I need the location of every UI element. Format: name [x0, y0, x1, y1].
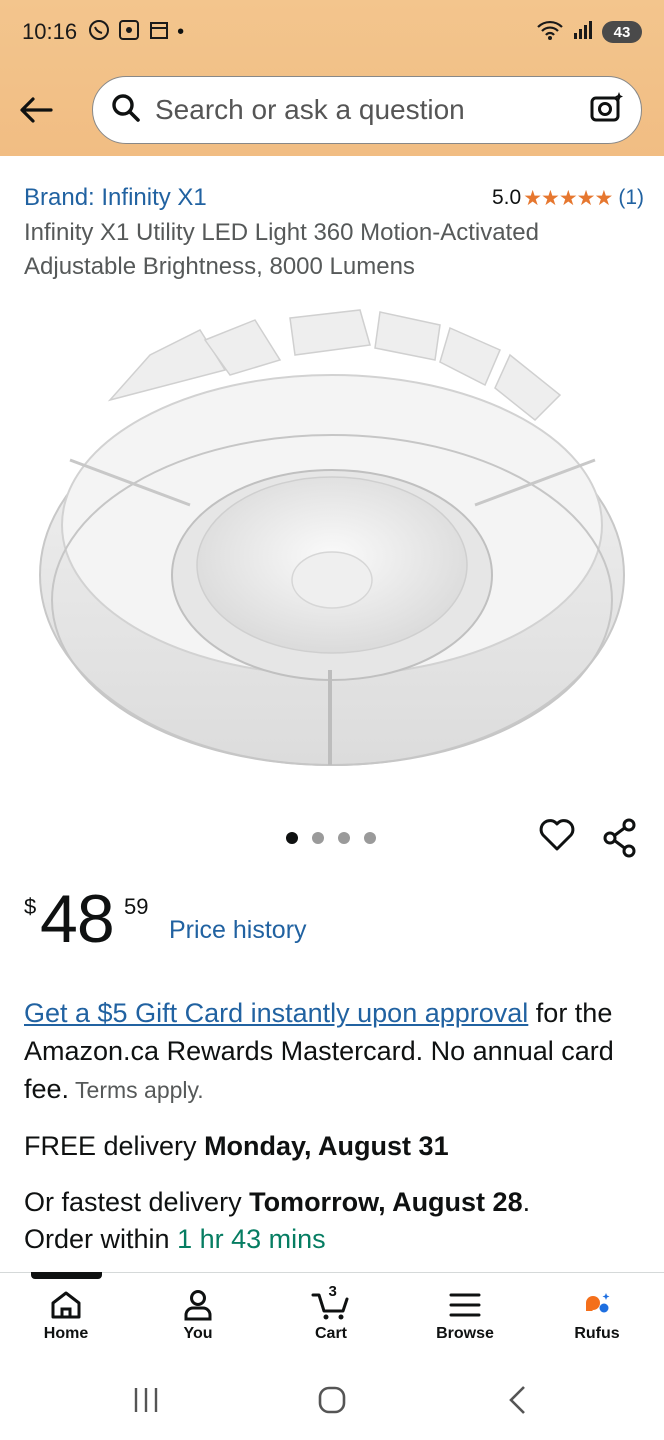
free-delivery-info: FREE delivery Monday, August 31: [24, 1128, 644, 1164]
rating-value: 5.0: [491, 186, 522, 209]
share-icon[interactable]: [602, 818, 638, 863]
brand-link[interactable]: Brand: Infinity X1: [24, 184, 207, 212]
order-countdown: 1 hr 43 mins: [177, 1224, 326, 1254]
product-image[interactable]: [30, 300, 634, 780]
system-navigation-bar: [0, 1360, 664, 1440]
delivery-prefix: FREE delivery: [24, 1131, 205, 1161]
nav-cart[interactable]: 3 Cart: [281, 1283, 381, 1343]
home-icon: [51, 1291, 81, 1319]
back-button[interactable]: [16, 90, 56, 130]
carousel-dot[interactable]: [312, 832, 324, 844]
rating-stars-icon: ★★★★★: [523, 186, 613, 210]
status-time: 10:16: [22, 19, 78, 44]
home-circle-icon: [318, 1386, 346, 1414]
back-arrow-icon: [20, 97, 53, 123]
notification-dot-icon: •: [177, 20, 185, 43]
image-carousel-dots[interactable]: [286, 832, 376, 844]
signal-icon: [572, 19, 594, 46]
whatsapp-icon: [87, 18, 111, 47]
delivery-date: Monday, August 31: [204, 1131, 449, 1161]
promo-terms: Terms apply.: [69, 1077, 204, 1103]
recent-apps-icon: [134, 1388, 158, 1412]
menu-icon: [449, 1293, 481, 1317]
nav-rufus[interactable]: Rufus: [547, 1289, 647, 1343]
back-chevron-icon: [509, 1386, 525, 1414]
gift-card-offer-link[interactable]: Get a $5 Gift Card instantly upon approv…: [24, 998, 528, 1028]
credit-card-promo: Get a $5 Gift Card instantly upon approv…: [24, 994, 644, 1109]
price-whole: 48: [40, 881, 115, 957]
nav-cart-label: Cart: [314, 1325, 347, 1342]
calendar-icon: [147, 18, 171, 47]
price-history-link[interactable]: Price history: [169, 916, 307, 945]
brand-rating-row: Brand: Infinity X1 5.0 ★★★★★ (1): [24, 184, 644, 212]
nav-you-label: You: [183, 1325, 213, 1342]
fastest-delivery-info: Or fastest delivery Tomorrow, August 28.…: [24, 1184, 644, 1258]
carousel-dot[interactable]: [364, 832, 376, 844]
price-currency-symbol: $: [24, 894, 37, 919]
nav-browse[interactable]: Browse: [415, 1289, 515, 1343]
product-title: Infinity X1 Utility LED Light 360 Motion…: [24, 219, 539, 280]
active-tab-indicator: [31, 1272, 102, 1279]
wishlist-heart-icon[interactable]: [538, 816, 576, 857]
recent-apps-button[interactable]: [132, 1384, 160, 1421]
search-input[interactable]: [155, 94, 589, 126]
nav-browse-label: Browse: [436, 1325, 494, 1342]
bottom-navigation: Home You 3 Cart Browse Rufus: [0, 1272, 664, 1360]
person-icon: [184, 1290, 212, 1321]
rufus-icon: [586, 1293, 610, 1313]
fastest-suffix: .: [522, 1187, 531, 1217]
back-system-button[interactable]: [504, 1384, 532, 1421]
battery-icon: 43: [602, 21, 642, 43]
price-fraction: 59: [124, 894, 149, 919]
nav-home-label: Home: [43, 1325, 89, 1342]
rating-summary[interactable]: 5.0 ★★★★★ (1): [492, 186, 644, 211]
carousel-dot[interactable]: [286, 832, 298, 844]
camera-search-icon[interactable]: [589, 90, 625, 131]
search-icon: [111, 93, 141, 128]
screenshot-icon: [117, 18, 141, 47]
rating-count[interactable]: (1): [618, 186, 644, 210]
order-within-prefix: Order within: [24, 1224, 178, 1254]
carousel-dot[interactable]: [338, 832, 350, 844]
cart-count-badge: 3: [328, 1283, 337, 1300]
nav-rufus-label: Rufus: [574, 1325, 620, 1342]
home-system-button[interactable]: [316, 1384, 348, 1421]
app-header: 10:16 • 43: [0, 0, 664, 156]
nav-home[interactable]: Home: [16, 1289, 116, 1343]
wifi-icon: [536, 18, 564, 47]
fastest-date: Tomorrow, August 28: [249, 1187, 523, 1217]
fastest-prefix: Or fastest delivery: [24, 1187, 250, 1217]
search-bar[interactable]: [92, 76, 642, 144]
nav-you[interactable]: You: [148, 1289, 248, 1343]
status-bar: 10:16 • 43: [22, 14, 642, 50]
